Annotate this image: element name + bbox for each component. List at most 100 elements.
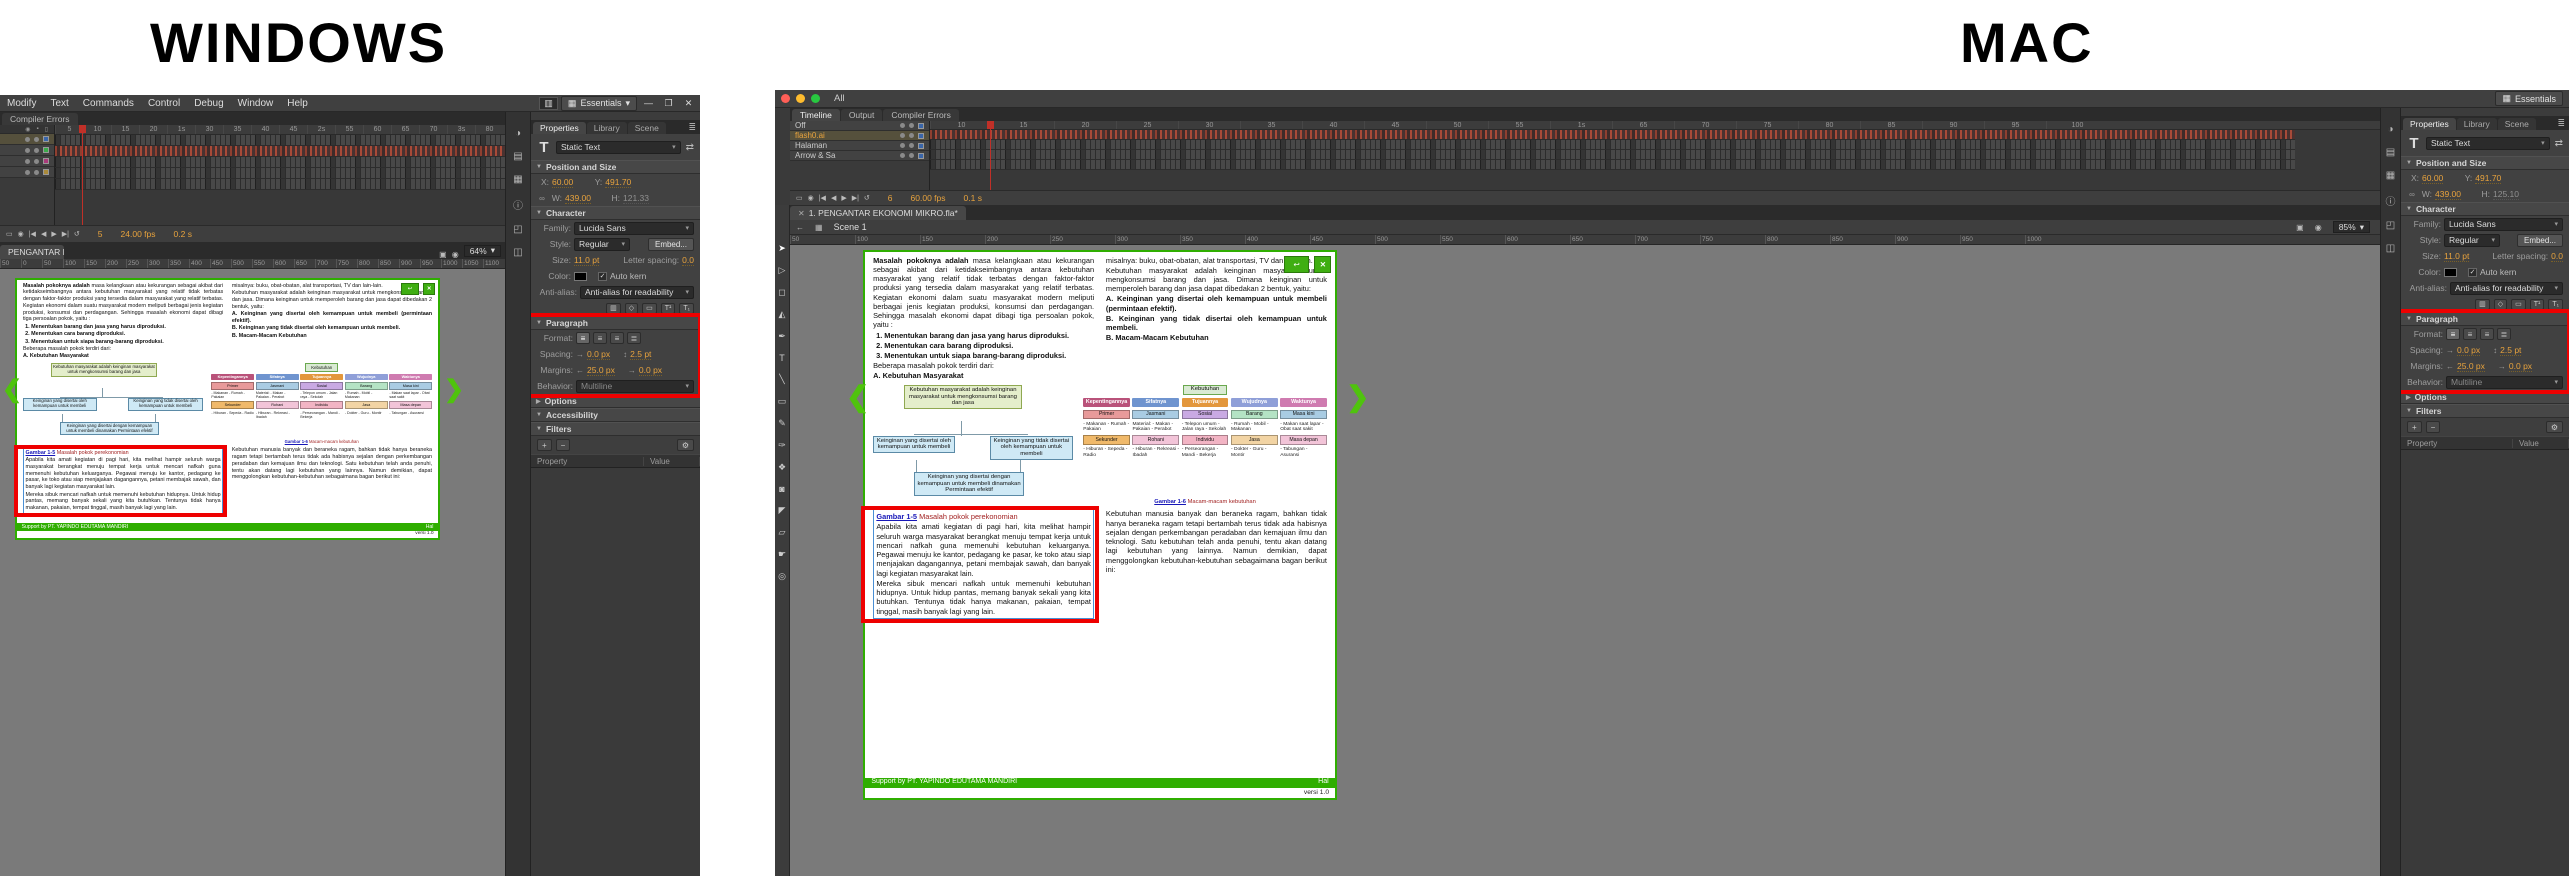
tool-icon[interactable]: ☛ [778, 549, 786, 560]
antialias-select[interactable]: Anti-alias for readability ▾ [580, 285, 694, 299]
font-size-value[interactable]: 11.0 pt [574, 255, 600, 266]
tool-icon[interactable]: ◎ [778, 571, 786, 582]
tool-icon[interactable]: ✎ [778, 418, 786, 429]
section-options[interactable]: ▶ Options [2401, 390, 2569, 404]
align-justify-button[interactable]: ≣ [627, 332, 641, 344]
tool-icon[interactable]: ➤ [778, 243, 786, 254]
panel-tab[interactable]: Timeline [792, 109, 840, 121]
align-center-button[interactable]: ≡ [2463, 328, 2477, 340]
layer-row[interactable]: flash0.ai [790, 131, 929, 141]
family-select[interactable]: Lucida Sans ▾ [2444, 217, 2563, 231]
layer-name[interactable]: Arrow & Sa [795, 151, 896, 160]
frame-rate[interactable]: 24.00 fps [121, 229, 156, 239]
tab-scene[interactable]: Scene [2497, 118, 2536, 130]
dock-icon[interactable]: ▦ [2386, 170, 2395, 181]
tool-icon[interactable]: ▷ [779, 265, 786, 276]
align-justify-button[interactable]: ≣ [2497, 328, 2511, 340]
dock-icon[interactable]: ▤ [2386, 147, 2395, 158]
behavior-select[interactable]: Multiline ▾ [576, 379, 694, 393]
superscript-button[interactable]: T¹ [660, 302, 676, 314]
font-size-value[interactable]: 11.0 pt [2444, 251, 2470, 262]
color-swatch[interactable] [574, 271, 587, 281]
remove-filter-button[interactable]: − [555, 439, 571, 451]
layer-row[interactable]: Off [790, 121, 929, 131]
frame-row[interactable] [930, 150, 2295, 160]
panel-tab[interactable]: Output [840, 109, 883, 121]
text-type-select[interactable]: Static Text ▾ [2426, 136, 2550, 150]
prev-page-chevron[interactable]: ❮ [2, 375, 22, 404]
minimize-button[interactable]: — [640, 98, 657, 108]
layer-name[interactable]: Off [795, 121, 896, 130]
frame-row[interactable] [930, 140, 2295, 150]
menu-item[interactable]: Control [141, 98, 187, 109]
superscript-button[interactable]: T¹ [2529, 298, 2545, 310]
section-paragraph[interactable]: ▼ Paragraph [2401, 312, 2569, 326]
embed-button[interactable]: Embed... [2516, 233, 2563, 247]
menu-item[interactable]: Window [231, 98, 281, 109]
edit-symbol-icon[interactable]: ◉ [2315, 223, 2322, 232]
mac-close-button[interactable] [781, 94, 790, 103]
layer-name[interactable]: flash0.ai [795, 131, 896, 140]
dock-icon[interactable]: ◰ [2386, 220, 2395, 231]
edit-scene-icon[interactable]: ▣ [439, 250, 447, 259]
frame-row[interactable] [55, 135, 505, 146]
next-page-chevron[interactable]: ❯ [1346, 380, 1369, 413]
section-paragraph[interactable]: ▼ Paragraph [531, 316, 700, 330]
align-left-button[interactable]: ≡ [576, 332, 590, 344]
indent-value[interactable]: 0.0 px [587, 349, 611, 360]
link-icon[interactable]: ∞ [2407, 190, 2417, 199]
tool-icon[interactable]: ◻ [778, 287, 785, 298]
panel-tab[interactable]: Compiler Errors [883, 109, 959, 121]
margin-right-value[interactable]: 0.0 px [2508, 361, 2533, 372]
section-position-and-size[interactable]: ▼ Position and Size [2401, 156, 2569, 170]
behavior-select[interactable]: Multiline ▾ [2446, 375, 2563, 389]
tool-icon[interactable]: ✑ [778, 440, 786, 451]
page-undo-button[interactable]: ↩ [1283, 255, 1310, 273]
close-button[interactable]: ✕ [680, 98, 697, 109]
align-center-button[interactable]: ≡ [593, 332, 607, 344]
y-value[interactable]: 491.70 [605, 177, 632, 188]
tool-icon[interactable]: ✒ [778, 331, 786, 342]
stage[interactable]: ↩ ✕ Masalah pokoknya adalah masa kelangk… [0, 269, 505, 876]
letter-spacing-value[interactable]: 0.0 [2551, 251, 2563, 262]
tool-icon[interactable]: T [779, 353, 785, 363]
embed-button[interactable]: Embed... [647, 237, 694, 251]
show-border-button[interactable]: ▭ [642, 302, 657, 314]
layer-row[interactable] [0, 134, 54, 145]
current-frame[interactable]: 6 [888, 193, 893, 203]
frame-row-red[interactable] [930, 130, 2295, 140]
stage[interactable]: ↩ ✕ Masalah pokoknya adalah masa kelangk… [790, 245, 2380, 876]
dock-icon[interactable]: ⓘ [513, 197, 523, 212]
margin-right-value[interactable]: 0.0 px [638, 365, 663, 376]
frame-row[interactable] [55, 157, 505, 168]
tab-library[interactable]: Library [2456, 118, 2497, 130]
playback-icon[interactable]: ▶ [841, 194, 846, 202]
dock-icon[interactable]: ◑ [2387, 124, 2393, 135]
lock-icon[interactable]: ▪ [37, 126, 39, 132]
dock-icon[interactable]: ◰ [513, 224, 522, 235]
x-value[interactable]: 60.00 [552, 177, 574, 188]
layer-row[interactable] [0, 145, 54, 156]
indent-value[interactable]: 0.0 px [2457, 345, 2481, 356]
playback-icon[interactable]: ▶ [51, 230, 56, 238]
selectable-button[interactable]: ▥ [2475, 298, 2490, 310]
tool-icon[interactable]: ◤ [779, 505, 786, 516]
tool-icon[interactable]: ╲ [779, 374, 784, 385]
eye-icon[interactable]: ◉ [25, 126, 30, 133]
w-value[interactable]: 439.00 [565, 193, 591, 204]
text-type-select[interactable]: Static Text ▾ [556, 140, 681, 154]
playback-icon[interactable]: ↺ [74, 230, 80, 238]
x-value[interactable]: 60.00 [2422, 173, 2444, 184]
tool-icon[interactable]: ❖ [778, 462, 786, 473]
workspace-switcher[interactable]: ▦ Essentials ▾ [560, 95, 637, 111]
letter-spacing-value[interactable]: 0.0 [682, 255, 694, 266]
auto-kern-checkbox[interactable]: ✓ [2468, 267, 2477, 277]
section-filters[interactable]: ▼ Filters [2401, 404, 2569, 418]
document-tab[interactable]: ✕ 1. PENGANTAR EKONOMI MIKRO.fla* [790, 206, 966, 220]
color-swatch[interactable] [2444, 267, 2457, 277]
swap-icon[interactable]: ⇄ [686, 142, 694, 153]
playback-icon[interactable]: ▶| [62, 230, 69, 238]
playback-icon[interactable]: |◀ [29, 230, 36, 238]
frame-row[interactable] [55, 168, 505, 179]
playback-icon[interactable]: ◉ [808, 194, 814, 202]
